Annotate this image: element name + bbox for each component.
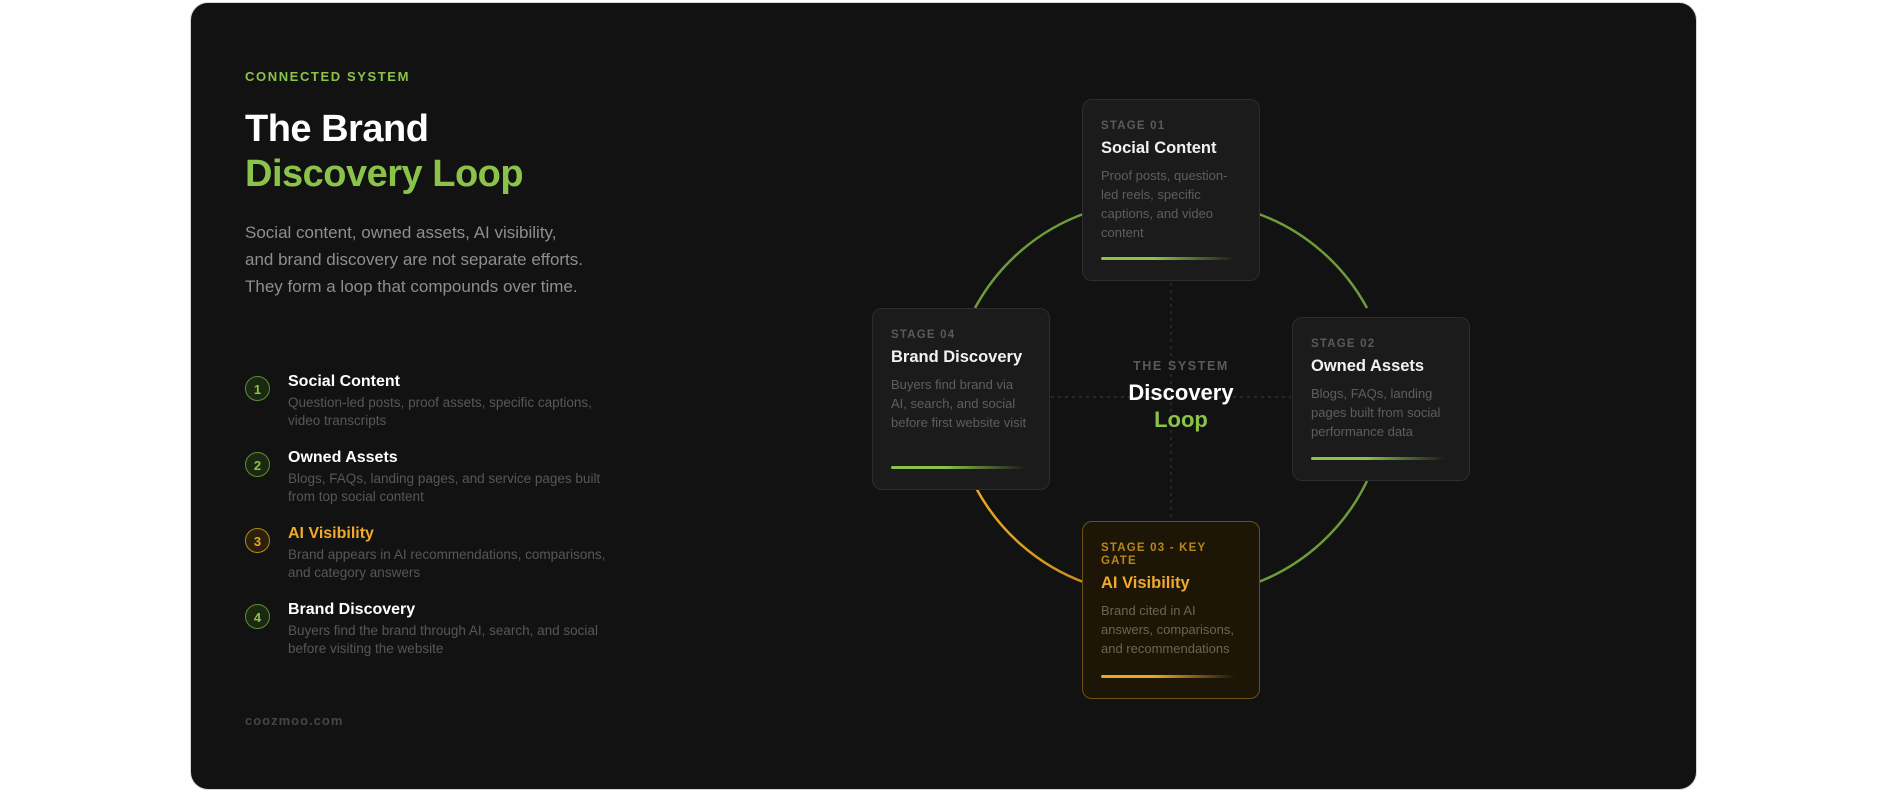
stage-description: Blogs, FAQs, landing pages built from so… [1311, 386, 1441, 439]
stage-label: STAGE 03 - KEY GATE [1101, 542, 1207, 567]
stage-label: STAGE 04 [891, 329, 956, 341]
stage-progress-bar [1311, 457, 1445, 460]
stage-progress-bar [1101, 257, 1235, 260]
ring-arc-bottom-left [973, 485, 1087, 585]
stage-name: Owned Assets [1311, 357, 1425, 375]
stage-card-social-content: STAGE 01 Social Content Proof posts, que… [1082, 99, 1260, 281]
stage-name: Social Content [1101, 139, 1217, 157]
center-eyebrow: THE SYSTEM [1133, 359, 1229, 373]
stage-label: STAGE 02 [1311, 338, 1376, 350]
stage-description: Buyers find brand via AI, search, and so… [891, 377, 1027, 430]
stage-card-brand-discovery: STAGE 04 Brand Discovery Buyers find bra… [872, 308, 1050, 490]
ring-arc-bottom-right [1255, 480, 1369, 585]
stage-card-owned-assets: STAGE 02 Owned Assets Blogs, FAQs, landi… [1292, 317, 1470, 481]
stage-label: STAGE 01 [1101, 120, 1166, 132]
loop-center-label: THE SYSTEM Discovery Loop [1111, 359, 1251, 433]
stage-description: Proof posts, question-led reels, specifi… [1101, 168, 1228, 240]
center-title-line-2: Loop [1154, 407, 1208, 432]
stage-progress-bar [891, 466, 1025, 469]
stage-name: AI Visibility [1101, 574, 1190, 592]
stage-progress-bar [1101, 675, 1235, 678]
center-title-line-1: Discovery [1128, 380, 1234, 405]
stage-card-ai-visibility: STAGE 03 - KEY GATE AI Visibility Brand … [1082, 521, 1260, 699]
stage-name: Brand Discovery [891, 348, 1023, 366]
loop-card: CONNECTED SYSTEM The Brand Discovery Loo… [190, 2, 1697, 790]
ring-arc-top-right [1255, 211, 1369, 309]
stage-description: Brand cited in AI answers, comparisons, … [1101, 603, 1234, 656]
ring-arc-top-left [973, 211, 1087, 309]
